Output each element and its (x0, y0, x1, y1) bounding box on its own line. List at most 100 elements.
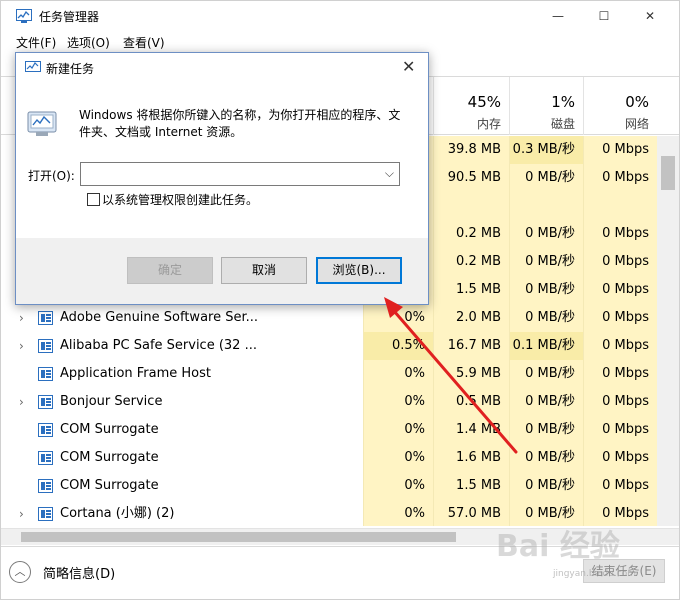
table-row[interactable]: › Adobe Genuine Software Ser... 0% 2.0 MB 0 … (1, 304, 657, 332)
cell-mem (433, 192, 509, 220)
process-name: Bonjour Service (60, 394, 163, 409)
table-row[interactable]: › Bonjour Service 0% 0.5 MB 0 MB/秒 0 Mbps (1, 388, 657, 416)
open-input[interactable] (81, 163, 371, 185)
chevron-down-icon[interactable]: ⌵ (385, 166, 394, 181)
cell-mem: 90.5 MB (433, 164, 509, 192)
process-icon (38, 311, 53, 325)
fewer-details-link[interactable]: 简略信息(D) (43, 563, 115, 582)
minimize-button[interactable]: — (535, 1, 581, 31)
expand-chevron-icon[interactable]: › (19, 332, 24, 360)
cell-net (583, 192, 657, 220)
cell-net: 0 Mbps (583, 304, 657, 332)
table-row[interactable]: COM Surrogate 0% 1.6 MB 0 MB/秒 0 Mbps (1, 444, 657, 472)
cell-disk: 0 MB/秒 (509, 472, 583, 500)
column-disk[interactable]: 1% 磁盘 (509, 77, 583, 135)
process-name: Adobe Genuine Software Ser... (60, 310, 259, 325)
process-name: COM Surrogate (60, 422, 159, 437)
process-name: Cortana (小娜) (2) (60, 506, 175, 521)
cell-disk: 0 MB/秒 (509, 360, 583, 388)
process-icon (38, 423, 53, 437)
watermark-url: jingyan.baidu.com (553, 569, 637, 579)
process-name: COM Surrogate (60, 450, 159, 465)
table-row[interactable]: COM Surrogate 0% 1.4 MB 0 MB/秒 0 Mbps (1, 416, 657, 444)
menu-options[interactable]: 选项(O) (67, 34, 110, 51)
cell-net: 0 Mbps (583, 164, 657, 192)
process-icon (38, 507, 53, 521)
column-memory[interactable]: 45% 内存 (433, 77, 509, 135)
open-combobox[interactable]: ⌵ (80, 162, 400, 186)
cell-disk: 0 MB/秒 (509, 416, 583, 444)
menu-view[interactable]: 查看(V) (123, 34, 165, 51)
table-row[interactable]: › Alibaba PC Safe Service (32 ... 0.5% 16.7… (1, 332, 657, 360)
cell-disk: 0.1 MB/秒 (509, 332, 583, 360)
cell-net: 0 Mbps (583, 416, 657, 444)
cell-disk: 0 MB/秒 (509, 388, 583, 416)
maximize-button[interactable]: ☐ (581, 1, 627, 31)
cell-mem: 1.5 MB (433, 472, 509, 500)
expand-chevron-icon[interactable]: › (19, 500, 24, 526)
task-manager-icon (16, 9, 32, 23)
process-icon (38, 339, 53, 353)
network-label: 网络 (624, 117, 649, 131)
cell-disk: 0.3 MB/秒 (509, 136, 583, 164)
cell-cpu: 0% (363, 360, 433, 388)
cell-cpu: 0% (363, 472, 433, 500)
cell-disk: 0 MB/秒 (509, 220, 583, 248)
cell-net: 0 Mbps (583, 220, 657, 248)
cell-net: 0 Mbps (583, 360, 657, 388)
run-icon (27, 111, 57, 136)
title-bar: 任务管理器 — ☐ ✕ (1, 1, 679, 31)
table-row[interactable]: COM Surrogate 0% 1.5 MB 0 MB/秒 0 Mbps (1, 472, 657, 500)
admin-checkbox-label[interactable]: 以系统管理权限创建此任务。 (102, 191, 258, 208)
close-window-button[interactable]: ✕ (627, 1, 673, 31)
window-title: 任务管理器 (39, 10, 100, 24)
process-name: Application Frame Host (60, 366, 212, 381)
network-percent: 0% (625, 93, 649, 111)
dialog-close-button[interactable]: ✕ (402, 57, 415, 76)
cell-cpu: 0% (363, 444, 433, 472)
chevron-up-icon[interactable]: ︿ (9, 561, 31, 583)
column-network[interactable]: 0% 网络 (583, 77, 657, 135)
cell-net: 0 Mbps (583, 332, 657, 360)
cell-mem: 0.2 MB (433, 220, 509, 248)
cell-disk: 0 MB/秒 (509, 248, 583, 276)
table-row[interactable]: Application Frame Host 0% 5.9 MB 0 MB/秒 0 Mb… (1, 360, 657, 388)
cell-mem: 1.6 MB (433, 444, 509, 472)
admin-checkbox[interactable] (87, 193, 100, 206)
disk-percent: 1% (551, 93, 575, 111)
dialog-description: Windows 将根据你所键入的名称，为你打开相应的程序、文件夹、文档或 Int… (79, 108, 401, 139)
cell-cpu: 0% (363, 388, 433, 416)
process-name: COM Surrogate (60, 478, 159, 493)
cell-cpu: 0% (363, 500, 433, 526)
cell-mem: 1.4 MB (433, 416, 509, 444)
process-icon (38, 451, 53, 465)
menu-bar: 文件(F) 选项(O) 查看(V) (1, 31, 679, 51)
browse-button[interactable]: 浏览(B)... (316, 257, 402, 284)
process-icon (38, 479, 53, 493)
cell-net: 0 Mbps (583, 444, 657, 472)
cell-net: 0 Mbps (583, 388, 657, 416)
cell-disk: 0 MB/秒 (509, 304, 583, 332)
process-name: Alibaba PC Safe Service (32 ... (60, 338, 257, 353)
memory-percent: 45% (467, 93, 501, 111)
cell-cpu: 0% (363, 304, 433, 332)
cell-cpu: 0.5% (363, 332, 433, 360)
expand-chevron-icon[interactable]: › (19, 388, 24, 416)
horizontal-scroll-thumb[interactable] (21, 532, 456, 542)
watermark-logo: Bai 经验 (496, 529, 620, 564)
vertical-scroll-thumb[interactable] (661, 156, 675, 190)
ok-button[interactable]: 确定 (127, 257, 213, 284)
cell-mem: 5.9 MB (433, 360, 509, 388)
new-task-icon (25, 61, 41, 72)
menu-file[interactable]: 文件(F) (16, 34, 56, 51)
cell-disk: 0 MB/秒 (509, 444, 583, 472)
cell-net: 0 Mbps (583, 276, 657, 304)
cell-disk: 0 MB/秒 (509, 276, 583, 304)
vertical-scrollbar[interactable] (657, 136, 679, 526)
expand-chevron-icon[interactable]: › (19, 304, 24, 332)
dialog-title: 新建任务 (46, 62, 95, 76)
cell-cpu: 0% (363, 416, 433, 444)
cell-mem: 16.7 MB (433, 332, 509, 360)
cancel-button[interactable]: 取消 (221, 257, 307, 284)
memory-label: 内存 (476, 117, 501, 131)
